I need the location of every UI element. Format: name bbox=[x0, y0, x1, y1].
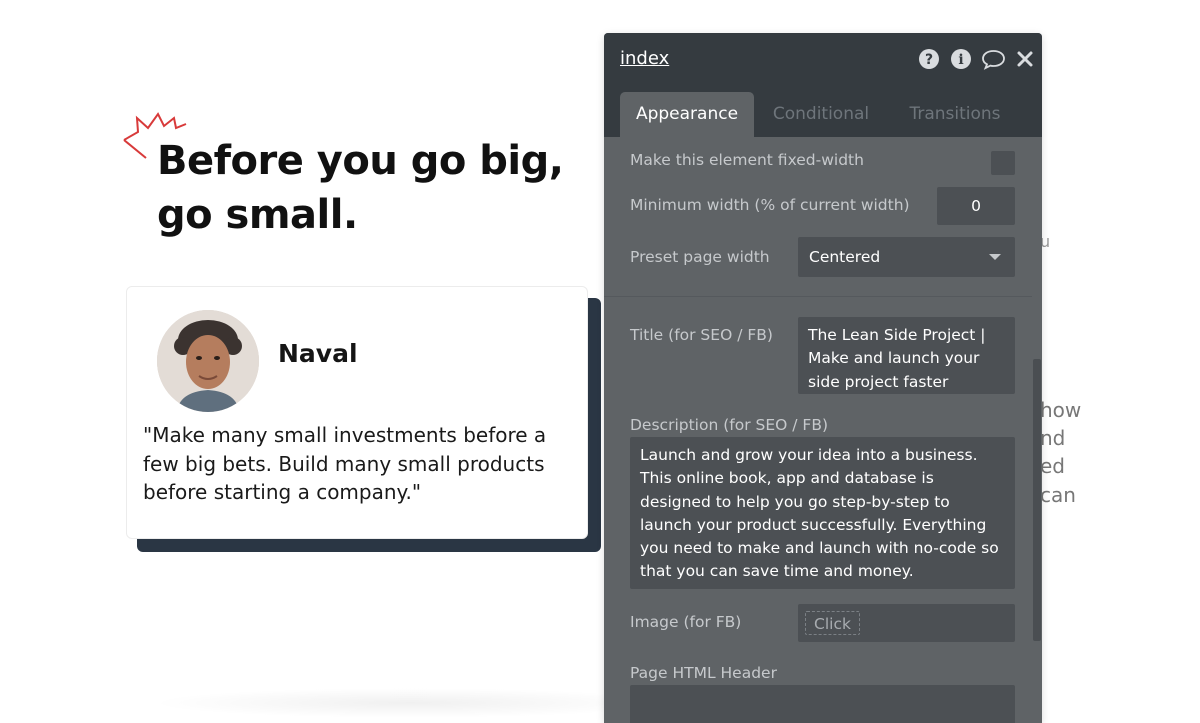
seo-title-input[interactable]: The Lean Side Project | Make and launch … bbox=[798, 317, 1015, 394]
image-uploader: Click bbox=[798, 604, 1015, 642]
chevron-down-icon bbox=[989, 254, 1001, 260]
tab-appearance[interactable]: Appearance bbox=[620, 92, 754, 137]
author-avatar bbox=[157, 310, 259, 412]
seo-description-input[interactable]: Launch and grow your idea into a busines… bbox=[630, 437, 1015, 589]
help-icon[interactable]: ? bbox=[918, 48, 940, 70]
tab-transitions[interactable]: Transitions bbox=[888, 92, 1022, 137]
page-headline: Before you go big, go small. bbox=[157, 134, 577, 242]
fixed-width-checkbox[interactable] bbox=[991, 151, 1015, 175]
preset-width-label: Preset page width bbox=[630, 248, 770, 266]
html-header-label: Page HTML Header bbox=[630, 664, 777, 682]
property-editor-panel: index ? i Appearance Conditional Transit… bbox=[604, 33, 1042, 723]
preset-width-value: Centered bbox=[809, 248, 881, 266]
author-name: Naval bbox=[278, 339, 358, 368]
section-divider bbox=[604, 296, 1032, 297]
min-width-input[interactable]: 0 bbox=[937, 187, 1015, 225]
section-bottom-shadow bbox=[150, 688, 670, 718]
quote-card: Naval "Make many small investments befor… bbox=[126, 286, 588, 539]
panel-tabs: Appearance Conditional Transitions bbox=[604, 83, 1042, 137]
background-text-fragment: how bbox=[1040, 398, 1082, 422]
seo-title-label: Title (for SEO / FB) bbox=[630, 326, 773, 344]
image-label: Image (for FB) bbox=[630, 613, 742, 631]
background-text-fragment: ed bbox=[1040, 454, 1065, 478]
background-text-fragment: can bbox=[1040, 483, 1076, 507]
html-header-input[interactable] bbox=[630, 685, 1015, 723]
svg-text:?: ? bbox=[925, 52, 933, 68]
close-icon[interactable] bbox=[1015, 48, 1035, 70]
svg-text:i: i bbox=[958, 52, 963, 68]
comment-icon[interactable] bbox=[981, 48, 1006, 70]
panel-scrollbar[interactable] bbox=[1033, 359, 1041, 641]
image-upload-button[interactable]: Click bbox=[805, 611, 860, 635]
headline-line-2: go small. bbox=[157, 192, 358, 238]
preset-width-dropdown[interactable]: Centered bbox=[798, 237, 1015, 277]
background-text-fragment: nd bbox=[1040, 426, 1066, 450]
fixed-width-label: Make this element fixed-width bbox=[630, 151, 864, 169]
tab-conditional[interactable]: Conditional bbox=[754, 92, 888, 137]
quote-text: "Make many small investments before a fe… bbox=[143, 423, 547, 504]
info-icon[interactable]: i bbox=[950, 48, 972, 70]
panel-title-link[interactable]: index bbox=[620, 48, 669, 69]
headline-line-1: Before you go big, bbox=[157, 138, 564, 184]
min-width-label: Minimum width (% of current width) bbox=[630, 196, 910, 214]
seo-description-label: Description (for SEO / FB) bbox=[630, 416, 828, 434]
panel-header[interactable]: index ? i bbox=[604, 33, 1042, 83]
